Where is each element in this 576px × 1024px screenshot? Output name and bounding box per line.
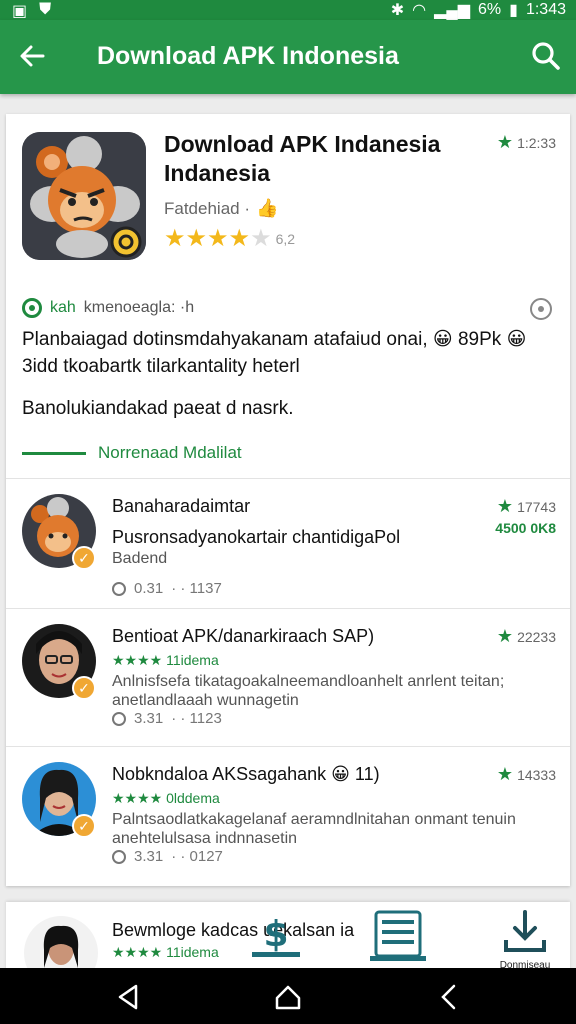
dollar-download-icon: $	[252, 914, 300, 957]
item-time: 3.31	[134, 710, 164, 727]
item-description-line: Badend	[112, 550, 168, 567]
developer-name: Fatdehiad ·	[164, 198, 250, 218]
star-icon: ★	[207, 225, 229, 252]
face-icon	[22, 298, 42, 318]
item-date: · · 1137	[171, 580, 222, 597]
star-icon: ★	[185, 225, 208, 252]
tab-documents[interactable]	[366, 908, 436, 972]
clock: 1:343	[525, 1, 566, 18]
download-icon	[504, 910, 546, 952]
clock-icon	[112, 849, 126, 864]
star-rating: ★ ★ ★ ★ ★ 6,2	[164, 224, 295, 253]
location-icon[interactable]	[530, 298, 552, 320]
item-rating-value: 17743	[517, 498, 556, 515]
clock-icon	[112, 581, 126, 596]
item-title: Nobkndaloa AKSsagahank 😀 11)	[112, 764, 380, 784]
verified-badge-icon: ✓	[72, 814, 96, 838]
app-icon[interactable]	[22, 132, 146, 260]
description: Planbaiagad dotinsmdahyakanam atafaiud o…	[22, 329, 527, 377]
item-meta: 0.31 · · 1137	[112, 580, 222, 597]
battery-percent: 6%	[478, 1, 502, 18]
section-header-tag: kah	[50, 299, 76, 316]
item-rating-value: 22233	[517, 628, 556, 645]
description-note: Banolukiandakad paeat d nasrk.	[22, 398, 294, 419]
read-more-link[interactable]: Norrenaad Mdalilat	[98, 443, 242, 463]
item-title: Banaharadaimtar	[112, 496, 251, 516]
item-meta: 3.31 · · 0127	[112, 848, 223, 865]
item-subtitle: ★★★★ 11idema	[112, 944, 219, 960]
app-bar: Download APK Indonesia	[0, 20, 576, 94]
star-icon: ★	[164, 225, 186, 252]
divider	[22, 452, 86, 455]
list-item[interactable]: ✓ Bentioat APK/danarkiraach SAP) ★ 22233…	[6, 608, 570, 746]
tab-downloads[interactable]: Donmiseau	[490, 908, 560, 972]
system-nav-bar	[0, 968, 576, 1024]
star-icon: ★	[496, 132, 514, 152]
svg-text:$: $	[263, 914, 288, 955]
battery-icon: ▮	[509, 2, 518, 19]
item-description: Anlnisfsefa tikatagoakalneemandloanhelt …	[112, 673, 505, 709]
wifi-icon: ◠	[412, 2, 427, 19]
status-bar: ▣ ⛊ ✱ ◠ ▂▄▆ 6% ▮ 1:343	[0, 0, 576, 20]
item-meta: 3.31 · · 1123	[112, 710, 222, 727]
developer-row[interactable]: Fatdehiad · 👍	[164, 198, 278, 219]
app-rating: ★ 1:2:33	[497, 132, 556, 153]
back-arrow-icon[interactable]	[16, 40, 48, 72]
signal-icon: ▂▄▆	[434, 2, 471, 19]
star-icon: ★	[496, 626, 514, 646]
thumbs-up-icon: 👍	[256, 198, 279, 218]
star-icon: ★	[496, 764, 514, 784]
item-description-line: Pusronsadyanokartair chantidigaPol	[112, 527, 401, 547]
item-title: Bentioat APK/danarkiraach SAP)	[112, 626, 375, 646]
item-description: Palntsaodlatkakagelanaf aeramndlnitahan …	[112, 811, 516, 847]
app-rating-value: 1:2:33	[517, 134, 556, 151]
half-star-icon: ★	[228, 225, 251, 252]
verified-badge-icon: ✓	[72, 546, 96, 570]
bluetooth-icon: ✱	[390, 2, 405, 19]
chevron-left-icon[interactable]	[434, 982, 464, 1012]
document-icon	[370, 910, 426, 961]
star-icon: ★	[496, 496, 514, 516]
mascot-icon	[22, 132, 146, 260]
item-rating: ★ 14333	[497, 764, 556, 785]
section-header-text: kmenoeagla: ·h	[83, 299, 195, 316]
item-rating: ★ 17743	[497, 496, 556, 517]
item-description: Pusronsadyanokartair chantidigaPol Baden…	[112, 526, 532, 570]
shield-icon: ⛊	[39, 1, 52, 18]
app-detail-card: Download APK Indanesia Indanesia ★ 1:2:3…	[6, 114, 570, 886]
notification-icon: ▣	[12, 3, 28, 20]
item-date: · · 0127	[171, 848, 223, 865]
tab-update[interactable]: $	[246, 908, 316, 972]
item-date: · · 1123	[171, 710, 222, 727]
rating-count: 6,2	[275, 230, 296, 247]
item-title: Bewmloge kadcas uekalsan ia	[112, 920, 355, 940]
list-item[interactable]: ✓ Banaharadaimtar ★ 17743 4500 0K8 Pusro…	[6, 478, 570, 616]
item-time: 0.31	[134, 580, 164, 597]
section-header: kah kmenoeagla: ·h	[22, 298, 194, 318]
item-rating-value: 14333	[517, 766, 556, 783]
item-time: 3.31	[134, 848, 164, 865]
item-subtitle: ★★★★ 11idema	[112, 652, 219, 668]
verified-badge-icon: ✓	[72, 676, 96, 700]
clock-icon	[112, 711, 126, 726]
search-icon[interactable]	[530, 40, 562, 72]
app-title: Download APK Indanesia Indanesia	[164, 131, 441, 186]
app-bar-title: Download APK Indonesia	[97, 42, 399, 70]
item-rating: ★ 22233	[497, 626, 556, 647]
back-triangle-icon[interactable]	[114, 982, 144, 1012]
home-icon[interactable]	[273, 982, 303, 1012]
list-item[interactable]: ✓ Nobkndaloa AKSsagahank 😀 11) ★ 14333 ★…	[6, 746, 570, 884]
item-subtitle: ★★★★ 0lddema	[112, 790, 220, 806]
empty-star-icon: ★	[250, 225, 272, 252]
